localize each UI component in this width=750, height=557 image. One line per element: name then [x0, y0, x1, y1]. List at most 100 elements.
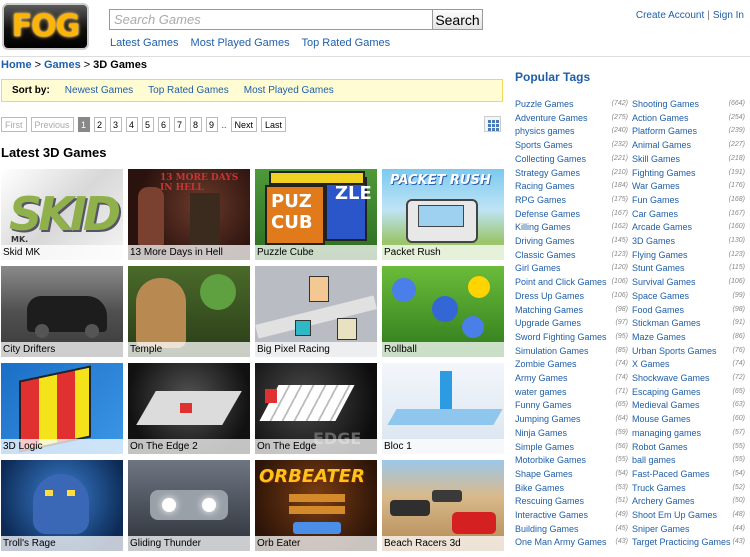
game-tile-skid-mk[interactable]: SKID MK. Skid MK — [1, 169, 123, 260]
tag-item[interactable]: Defense Games (167) — [515, 209, 628, 223]
tag-item[interactable]: Survival Games (106) — [632, 277, 745, 291]
tag-item[interactable]: physics games (240) — [515, 126, 628, 140]
tag-item[interactable]: water games (71) — [515, 387, 628, 401]
game-tile-13-more-days-in-hell[interactable]: 13 MORE DAYS IN HELL 13 More Days in Hel… — [128, 169, 250, 260]
tag-name[interactable]: Defense Games — [515, 209, 580, 223]
game-tile-puzzle-cube[interactable]: PUZ CUB ZLE Puzzle Cube — [255, 169, 377, 260]
tag-name[interactable]: Fun Games — [632, 195, 679, 209]
tag-name[interactable]: Target Practicing Games — [632, 537, 731, 551]
tag-name[interactable]: Interactive Games — [515, 510, 588, 524]
tag-item[interactable]: Driving Games (145) — [515, 236, 628, 250]
tag-item[interactable]: Zombie Games (74) — [515, 359, 628, 373]
tag-name[interactable]: Simulation Games — [515, 346, 589, 360]
tag-item[interactable]: X Games (74) — [632, 359, 745, 373]
tag-name[interactable]: Killing Games — [515, 222, 571, 236]
page-next[interactable]: Next — [230, 117, 258, 132]
tag-item[interactable]: Classic Games (123) — [515, 250, 628, 264]
game-tile-bloc-1[interactable]: Bloc 1 — [382, 363, 504, 454]
tag-item[interactable]: Animal Games (227) — [632, 140, 745, 154]
tag-item[interactable]: Target Practicing Games (43) — [632, 537, 745, 551]
tag-name[interactable]: Puzzle Games — [515, 99, 574, 113]
game-tile-on-the-edge[interactable]: EDGE On The Edge — [255, 363, 377, 454]
page-3[interactable]: 3 — [109, 117, 122, 132]
create-account-link[interactable]: Create Account — [636, 10, 704, 21]
tag-name[interactable]: Simple Games — [515, 442, 574, 456]
tag-name[interactable]: Sniper Games — [632, 524, 690, 538]
tag-name[interactable]: Shape Games — [515, 469, 573, 483]
tag-name[interactable]: Army Games — [515, 373, 568, 387]
tag-name[interactable]: Adventure Games — [515, 113, 588, 127]
tag-name[interactable]: 3D Games — [632, 236, 675, 250]
page-4[interactable]: 4 — [125, 117, 138, 132]
tag-name[interactable]: ball games — [632, 455, 676, 469]
sort-top-rated[interactable]: Top Rated Games — [148, 85, 229, 96]
tag-item[interactable]: Army Games (74) — [515, 373, 628, 387]
page-first[interactable]: First — [1, 117, 27, 132]
tag-name[interactable]: X Games — [632, 359, 670, 373]
game-tile-rollball[interactable]: Rollball — [382, 266, 504, 357]
tag-name[interactable]: Shockwave Games — [632, 373, 710, 387]
tag-name[interactable]: RPG Games — [515, 195, 566, 209]
tag-item[interactable]: Action Games (254) — [632, 113, 745, 127]
tag-name[interactable]: Motorbike Games — [515, 455, 586, 469]
tag-item[interactable]: RPG Games (175) — [515, 195, 628, 209]
tag-name[interactable]: Dress Up Games — [515, 291, 584, 305]
breadcrumb-home[interactable]: Home — [1, 59, 32, 71]
game-tile-3d-logic[interactable]: 3D Logic — [1, 363, 123, 454]
page-7[interactable]: 7 — [173, 117, 186, 132]
tag-name[interactable]: Shooting Games — [632, 99, 699, 113]
tag-item[interactable]: Shooting Games (664) — [632, 99, 745, 113]
tag-name[interactable]: Girl Games — [515, 263, 561, 277]
tag-name[interactable]: Bike Games — [515, 483, 564, 497]
tag-name[interactable]: Maze Games — [632, 332, 686, 346]
tag-name[interactable]: Fast-Paced Games — [632, 469, 710, 483]
tag-item[interactable]: Strategy Games (210) — [515, 168, 628, 182]
tag-item[interactable]: Shape Games (54) — [515, 469, 628, 483]
sort-most-played[interactable]: Most Played Games — [244, 85, 334, 96]
tag-item[interactable]: Skill Games (218) — [632, 154, 745, 168]
nav-top-rated-games[interactable]: Top Rated Games — [301, 37, 390, 49]
tag-name[interactable]: water games — [515, 387, 567, 401]
tag-name[interactable]: Action Games — [632, 113, 689, 127]
tag-item[interactable]: Truck Games (52) — [632, 483, 745, 497]
tag-item[interactable]: Sniper Games (44) — [632, 524, 745, 538]
tag-item[interactable]: Shockwave Games (72) — [632, 373, 745, 387]
tag-name[interactable]: Animal Games — [632, 140, 691, 154]
game-tile-temple[interactable]: Temple — [128, 266, 250, 357]
tag-name[interactable]: Mouse Games — [632, 414, 691, 428]
tag-item[interactable]: Shoot Em Up Games (48) — [632, 510, 745, 524]
tag-name[interactable]: Ninja Games — [515, 428, 567, 442]
tag-item[interactable]: Simple Games (56) — [515, 442, 628, 456]
tag-name[interactable]: Racing Games — [515, 181, 575, 195]
tag-name[interactable]: Fighting Games — [632, 168, 696, 182]
tag-item[interactable]: Escaping Games (65) — [632, 387, 745, 401]
tag-name[interactable]: Truck Games — [632, 483, 686, 497]
tag-item[interactable]: Fast-Paced Games (54) — [632, 469, 745, 483]
tag-name[interactable]: Escaping Games — [632, 387, 701, 401]
tag-name[interactable]: Driving Games — [515, 236, 575, 250]
tag-name[interactable]: Jumping Games — [515, 414, 581, 428]
tag-item[interactable]: Archery Games (50) — [632, 496, 745, 510]
page-5[interactable]: 5 — [141, 117, 154, 132]
tag-item[interactable]: Sports Games (232) — [515, 140, 628, 154]
tag-name[interactable]: Stunt Games — [632, 263, 685, 277]
tag-item[interactable]: Urban Sports Games (76) — [632, 346, 745, 360]
page-6[interactable]: 6 — [157, 117, 170, 132]
tag-item[interactable]: managing games (57) — [632, 428, 745, 442]
nav-most-played-games[interactable]: Most Played Games — [191, 37, 290, 49]
tag-item[interactable]: Collecting Games (221) — [515, 154, 628, 168]
tag-name[interactable]: Platform Games — [632, 126, 697, 140]
tag-name[interactable]: Food Games — [632, 305, 684, 319]
breadcrumb-games[interactable]: Games — [44, 59, 81, 71]
tag-item[interactable]: Stunt Games (115) — [632, 263, 745, 277]
tag-item[interactable]: Matching Games (98) — [515, 305, 628, 319]
tag-item[interactable]: Upgrade Games (97) — [515, 318, 628, 332]
page-last[interactable]: Last — [261, 117, 287, 132]
tag-item[interactable]: Rescuing Games (51) — [515, 496, 628, 510]
tag-item[interactable]: Stickman Games (91) — [632, 318, 745, 332]
tag-name[interactable]: Matching Games — [515, 305, 583, 319]
page-9[interactable]: 9 — [205, 117, 218, 132]
tag-item[interactable]: Platform Games (239) — [632, 126, 745, 140]
tag-name[interactable]: Building Games — [515, 524, 579, 538]
sort-newest[interactable]: Newest Games — [65, 85, 133, 96]
